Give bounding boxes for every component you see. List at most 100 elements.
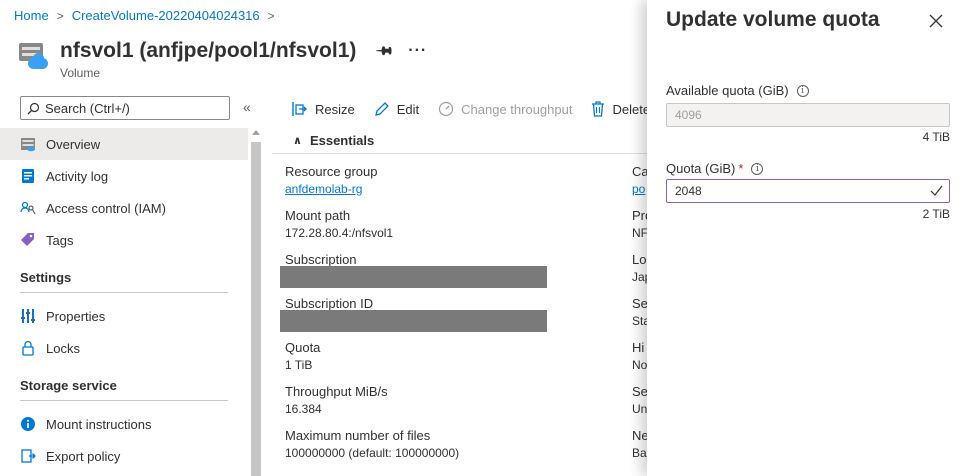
property-resource-group: Resource group anfdemolab-rg	[285, 164, 615, 208]
property-protocol: Pro NF	[632, 208, 648, 252]
chevron-up-icon: ∧	[293, 135, 302, 147]
capacity-pool-link[interactable]: po	[632, 182, 645, 196]
page-header: nfsvol1 (anfjpe/pool1/nfsvol1) 🖈 ··· Vol…	[18, 38, 427, 80]
panel-title: Update volume quota	[666, 8, 880, 31]
update-quota-panel: Update volume quota Available quota (GiB…	[647, 0, 963, 476]
property-label: Maximum number of files	[285, 428, 431, 443]
iam-icon	[20, 200, 36, 216]
essentials-toggle[interactable]: ∧ Essentials	[293, 133, 374, 148]
property-value: 100000000 (default: 100000000)	[285, 446, 460, 460]
property-value: NF	[632, 226, 648, 240]
sidebar-section-settings: Settings	[20, 269, 72, 285]
quota-label: Quota (GiB) * i	[666, 161, 764, 176]
page-title: nfsvol1 (anfjpe/pool1/nfsvol1)	[60, 39, 357, 62]
sidebar-section-storage-service: Storage service	[20, 377, 117, 393]
property-value: Jap	[632, 270, 648, 284]
volume-icon	[18, 41, 50, 73]
properties-icon	[20, 308, 36, 324]
breadcrumb-create-volume[interactable]: CreateVolume-20220404024316	[72, 8, 260, 23]
field-label-text: Quota (GiB)	[666, 161, 736, 176]
property-label: Resource group	[285, 164, 378, 179]
info-icon	[20, 416, 36, 432]
gauge-icon	[439, 101, 454, 117]
required-indicator: *	[738, 161, 744, 176]
property-service-level: Se Sta	[632, 296, 648, 340]
info-icon[interactable]: i	[751, 162, 764, 175]
sidebar-item-label: Properties	[46, 308, 106, 324]
sidebar-item-label: Access control (IAM)	[46, 200, 166, 216]
pin-icon[interactable]: 🖈	[371, 37, 399, 65]
command-bar: Resize Edit Change throughput Delete	[290, 98, 669, 120]
search-placeholder: Search (Ctrl+/)	[45, 100, 130, 116]
more-options-icon[interactable]: ···	[408, 38, 427, 64]
sidebar-item-tags[interactable]: Tags	[0, 224, 248, 256]
quota-input-value: 2048	[675, 184, 702, 198]
property-label: Hi	[632, 340, 645, 355]
activity-log-icon	[20, 168, 36, 184]
resource-group-link[interactable]: anfdemolab-rg	[285, 182, 362, 196]
property-quota: Quota 1 TiB	[285, 340, 615, 384]
available-quota-field: 4096	[666, 103, 950, 127]
quota-input[interactable]: 2048	[666, 179, 950, 203]
change-throughput-label: Change throughput	[461, 101, 573, 117]
property-location: Lo Jap	[632, 252, 648, 296]
close-icon[interactable]	[929, 14, 943, 28]
sidebar-item-overview[interactable]: Overview	[0, 128, 248, 160]
change-throughput-button[interactable]: Change throughput	[438, 101, 572, 117]
sidebar-item-label: Overview	[46, 136, 101, 152]
collapse-sidebar-icon[interactable]: «	[243, 99, 251, 115]
property-value: 16.384	[285, 402, 322, 416]
sidebar-item-export-policy[interactable]: Export policy	[0, 440, 248, 472]
divider	[272, 153, 647, 154]
chevron-right-icon: >	[267, 8, 275, 23]
divider	[20, 292, 228, 293]
search-icon	[27, 102, 40, 114]
property-label: Throughput MiB/s	[285, 384, 388, 399]
breadcrumb: Home > CreateVolume-20220404024316 >	[14, 8, 283, 23]
tag-icon	[20, 232, 36, 248]
property-label: Mount path	[285, 208, 351, 223]
sidebar-item-locks[interactable]: Locks	[0, 332, 248, 364]
property-throughput: Throughput MiB/s 16.384	[285, 384, 615, 428]
property-network: Ne Ba	[632, 428, 648, 472]
delete-label: Delete	[612, 101, 651, 117]
sidebar-item-label: Export policy	[46, 448, 121, 464]
sidebar-scrollbar[interactable]	[250, 128, 262, 476]
sidebar-item-label: Activity log	[46, 168, 109, 184]
edit-label: Edit	[396, 101, 420, 117]
sidebar-nav: Overview Activity log Access control (IA…	[0, 128, 248, 472]
sidebar-item-access-control[interactable]: Access control (IAM)	[0, 192, 248, 224]
redacted-subscription-id	[280, 310, 547, 332]
property-hidden: Hi No	[632, 340, 648, 384]
sidebar-item-activity-log[interactable]: Activity log	[0, 160, 248, 192]
sidebar-item-mount-instructions[interactable]: Mount instructions	[0, 408, 248, 440]
export-policy-icon	[20, 448, 36, 464]
essentials-heading: Essentials	[309, 133, 375, 148]
search-input[interactable]: Search (Ctrl+/)	[20, 96, 230, 120]
field-label-text: Available quota (GiB)	[666, 83, 789, 98]
property-value: Ba	[632, 446, 647, 460]
delete-button[interactable]: Delete	[591, 101, 650, 117]
sidebar-item-label: Locks	[46, 340, 80, 356]
property-value: 1 TiB	[285, 358, 313, 372]
property-label: Quota	[285, 340, 321, 355]
info-icon[interactable]: i	[796, 84, 809, 97]
resize-icon	[292, 102, 307, 116]
lock-icon	[20, 340, 36, 356]
available-quota-label: Available quota (GiB) i	[666, 83, 809, 98]
property-label: Pro	[632, 208, 648, 223]
property-value: No	[632, 358, 648, 372]
edit-button[interactable]: Edit	[374, 101, 419, 117]
property-max-files: Maximum number of files 100000000 (defau…	[285, 428, 615, 472]
property-label: Ne	[632, 428, 648, 443]
edit-icon	[374, 102, 389, 116]
available-quota-hint: 4 TiB	[922, 130, 950, 144]
property-mount-path: Mount path 172.28.80.4:/nfsvol1	[285, 208, 615, 252]
checkmark-icon	[930, 185, 943, 196]
sidebar-item-properties[interactable]: Properties	[0, 300, 248, 332]
breadcrumb-home[interactable]: Home	[14, 8, 49, 23]
overview-icon	[20, 136, 36, 152]
property-label: Lo	[632, 252, 647, 267]
resize-button[interactable]: Resize	[290, 100, 355, 118]
property-security: Se Un	[632, 384, 648, 428]
